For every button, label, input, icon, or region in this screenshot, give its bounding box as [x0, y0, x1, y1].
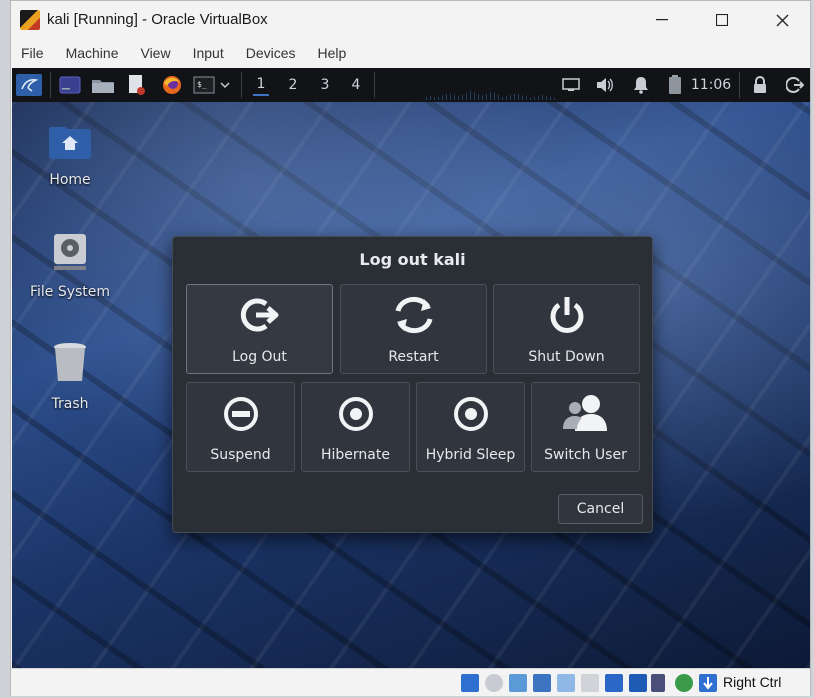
terminal-emulator-icon[interactable]: $_	[192, 74, 216, 96]
restart-icon	[395, 296, 432, 334]
button-label: Log Out	[232, 349, 287, 365]
desktop-icon-label: Home	[49, 172, 91, 188]
suspend-button[interactable]: Suspend	[186, 382, 295, 472]
cancel-button[interactable]: Cancel	[558, 494, 643, 524]
hard-drive-icon	[20, 232, 120, 276]
hard-disk-icon[interactable]	[461, 674, 479, 692]
logout-dialog: Log out kali Log Out Restart Shut Down S…	[172, 236, 653, 533]
maximize-icon	[716, 14, 728, 26]
switch-user-icon	[562, 395, 607, 431]
host-key-icon[interactable]	[699, 674, 717, 692]
lock-icon[interactable]	[750, 74, 770, 96]
panel-separator	[50, 72, 51, 98]
menu-view[interactable]: View	[140, 45, 170, 61]
clock[interactable]: 11:06	[689, 74, 733, 96]
display-icon[interactable]	[605, 674, 623, 692]
workspace-1[interactable]: 1	[253, 74, 269, 96]
battery-icon	[666, 74, 684, 96]
desktop-icon-trash[interactable]: Trash	[20, 342, 120, 412]
volume-icon[interactable]	[594, 74, 616, 96]
workspace-2[interactable]: 2	[285, 74, 301, 96]
shut-down-button[interactable]: Shut Down	[493, 284, 640, 374]
button-label: Restart	[388, 349, 439, 365]
usb-icon[interactable]	[557, 674, 575, 692]
button-label: Shut Down	[528, 349, 605, 365]
top-panel: $_ 1 2 3 4 11:06	[12, 68, 810, 102]
button-label: Hybrid Sleep	[425, 447, 516, 463]
menu-bar: File Machine View Input Devices Help	[11, 39, 810, 67]
text-editor-icon[interactable]	[124, 74, 148, 96]
desktop-icon-label: Trash	[51, 396, 89, 412]
suspend-icon	[223, 397, 258, 431]
mouse-integration-icon[interactable]	[675, 674, 693, 692]
dialog-title: Log out kali	[359, 250, 466, 269]
hibernate-button[interactable]: Hibernate	[301, 382, 410, 472]
host-key-label: Right Ctrl	[723, 674, 782, 690]
notifications-icon[interactable]	[630, 74, 652, 96]
hybrid-sleep-icon	[453, 397, 488, 431]
workspace-3[interactable]: 3	[317, 74, 333, 96]
panel-separator	[374, 72, 375, 98]
hibernate-icon	[338, 397, 373, 431]
desktop-icon-label: File System	[29, 284, 111, 300]
restart-button[interactable]: Restart	[340, 284, 487, 374]
terminal-icon[interactable]	[58, 74, 82, 96]
button-label: Suspend	[210, 447, 271, 463]
menu-input[interactable]: Input	[193, 45, 224, 61]
chevron-down-icon[interactable]	[217, 74, 233, 96]
shared-folders-icon[interactable]	[581, 674, 599, 692]
button-label: Hibernate	[321, 447, 390, 463]
files-icon[interactable]	[90, 74, 116, 96]
switch-user-button[interactable]: Switch User	[531, 382, 640, 472]
display-icon[interactable]	[560, 74, 582, 96]
panel-separator	[739, 72, 740, 98]
maximize-button[interactable]	[699, 5, 745, 35]
cpu-icon[interactable]	[651, 674, 665, 692]
log-out-button[interactable]: Log Out	[186, 284, 333, 374]
power-icon	[550, 297, 583, 333]
menu-help[interactable]: Help	[318, 45, 347, 61]
recording-icon[interactable]	[629, 674, 647, 692]
menu-devices[interactable]: Devices	[246, 45, 296, 61]
panel-separator	[241, 72, 242, 98]
log-out-icon	[240, 298, 278, 332]
virtualbox-app-icon	[20, 10, 40, 30]
window-title: kali [Running] - Oracle VirtualBox	[47, 11, 268, 28]
optical-drive-icon[interactable]	[485, 674, 503, 692]
hybrid-sleep-button[interactable]: Hybrid Sleep	[416, 382, 525, 472]
title-bar: kali [Running] - Oracle VirtualBox	[11, 1, 810, 39]
logout-icon[interactable]	[784, 74, 806, 96]
network-icon[interactable]	[533, 674, 551, 692]
kali-menu-icon[interactable]	[16, 74, 42, 96]
audio-icon[interactable]	[509, 674, 527, 692]
status-bar: Right Ctrl	[11, 668, 810, 696]
firefox-icon[interactable]	[160, 74, 184, 96]
minimize-button[interactable]	[639, 5, 685, 35]
close-button[interactable]	[759, 5, 805, 35]
workspace-4[interactable]: 4	[348, 74, 364, 96]
vm-screen[interactable]: $_ 1 2 3 4 11:06 Home File System Trash …	[12, 68, 810, 668]
minimize-icon	[656, 19, 668, 21]
desktop-icon-home[interactable]: Home	[20, 126, 120, 188]
home-folder-icon	[20, 126, 120, 164]
desktop-icon-file-system[interactable]: File System	[20, 232, 120, 300]
svg-text:$_: $_	[197, 80, 207, 89]
trash-icon	[20, 342, 120, 388]
button-label: Switch User	[544, 447, 627, 463]
close-icon	[776, 14, 788, 26]
menu-machine[interactable]: Machine	[66, 45, 119, 61]
virtualbox-window: kali [Running] - Oracle VirtualBox File …	[10, 0, 811, 696]
cpu-graph	[422, 90, 557, 100]
menu-file[interactable]: File	[21, 45, 44, 61]
